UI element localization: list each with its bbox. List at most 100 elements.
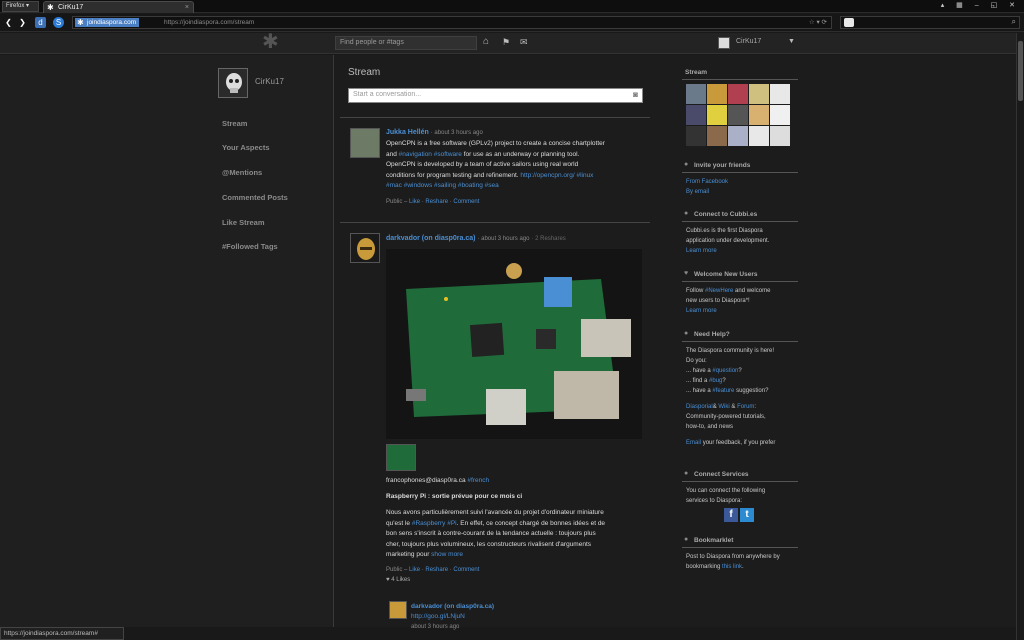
bookmarklet-link[interactable]: this link — [722, 564, 742, 570]
post-line: Nous avons particulièrement suivi l'avan… — [386, 509, 604, 516]
right-sidebar: Stream ● Invite your friends From Faceboo… — [682, 55, 798, 572]
reshares-count[interactable]: · 2 Reshares — [531, 236, 565, 242]
invite-email-link[interactable]: By email — [686, 189, 709, 195]
reshare-link[interactable]: Reshare — [425, 199, 448, 205]
post-headline: Raspberry Pi : sortie prévue pour ce moi… — [386, 492, 523, 500]
likes-count[interactable]: 4 Likes — [391, 577, 410, 583]
bookmark-star-icon[interactable]: ☆ ▾ ⟳ — [809, 17, 827, 28]
wiki-link[interactable]: Wiki — [718, 404, 729, 410]
tab-close-icon[interactable]: × — [185, 2, 189, 13]
diasporial-link[interactable]: Diasporial — [686, 404, 713, 410]
hashtag-link[interactable]: #linux — [576, 172, 593, 179]
sidebar-item-mentions[interactable]: @Mentions — [222, 168, 262, 177]
post-avatar[interactable] — [350, 128, 380, 158]
back-arrow-icon[interactable]: ❮ — [3, 17, 14, 28]
comment-link-url[interactable]: http://goo.gl/LNjuN — [411, 613, 465, 620]
post-avatar[interactable] — [350, 233, 380, 263]
people-search-input[interactable]: Find people or #tags — [335, 36, 477, 50]
user-avatar-small[interactable] — [718, 37, 730, 49]
like-link[interactable]: Like — [409, 567, 420, 573]
google-search-icon[interactable] — [844, 18, 854, 27]
sidebar-item-stream[interactable]: Stream — [222, 119, 247, 128]
page-scrollbar[interactable] — [1016, 33, 1024, 640]
show-more-link[interactable]: show more — [431, 551, 463, 558]
question-tag-link[interactable]: #question — [712, 368, 738, 374]
sidebar-item-followed-tags[interactable]: #Followed Tags — [222, 242, 278, 251]
post-text-span: francophones@diasp0ra.ca — [386, 477, 466, 484]
feature-tag-link[interactable]: #feature — [712, 388, 734, 394]
help-text: & — [712, 404, 717, 410]
help-text: ... find a — [686, 378, 708, 384]
sidebar-item-aspects[interactable]: Your Aspects — [222, 143, 270, 152]
sidebar-item-like-stream[interactable]: Like Stream — [222, 218, 265, 227]
post-time[interactable]: · about 3 hours ago — [477, 236, 529, 242]
diaspora-logo-icon[interactable]: ✱ — [262, 32, 279, 52]
like-link[interactable]: Like — [409, 199, 420, 205]
cubbies-text: Cubbi.es is the first Diaspora — [686, 228, 763, 234]
forum-link[interactable]: Forum — [737, 404, 754, 410]
camera-icon[interactable]: ◙ — [633, 90, 638, 99]
email-feedback-link[interactable]: Email — [686, 440, 701, 446]
user-menu-chevron-icon[interactable]: ▼ — [788, 38, 795, 45]
photo-thumbnail[interactable] — [386, 444, 416, 471]
composer-input[interactable]: Start a conversation... ◙ — [348, 88, 643, 103]
comment-author[interactable]: darkvador (on diasp0ra.ca) — [411, 603, 494, 610]
comment-time: about 3 hours ago — [411, 624, 460, 630]
post-text-span: marketing pour — [386, 551, 430, 558]
url-text: https://joindiaspora.com/stream — [164, 19, 255, 26]
firefox-menu-button[interactable]: Firefox ▾ — [2, 1, 39, 12]
friend-avatars[interactable] — [686, 84, 794, 150]
heart-icon: ♥ — [386, 576, 390, 583]
window-controls[interactable]: ▴ ▦ ‒ ◱ ✕ — [941, 1, 1020, 9]
browser-tab[interactable]: ✱ CirKu17 × — [43, 1, 194, 13]
cubbies-icon: ● — [684, 210, 689, 217]
twitter-icon[interactable]: t — [740, 508, 754, 522]
hashtag-link[interactable]: #french — [467, 477, 489, 484]
comment: darkvador (on diasp0ra.ca) http://goo.gl… — [411, 602, 641, 632]
facebook-icon[interactable]: f — [724, 508, 738, 522]
scrollbar-thumb[interactable] — [1018, 41, 1023, 101]
url-bar[interactable]: ✱ joindiaspora.com https://joindiaspora.… — [72, 16, 832, 29]
comment-avatar[interactable] — [389, 601, 407, 619]
reshare-link[interactable]: Reshare — [425, 567, 448, 573]
hashtag-link[interactable]: #Raspberry #Pi — [412, 520, 457, 527]
cubbies-text: application under development. — [686, 238, 770, 244]
help-text: Do you: — [686, 358, 707, 364]
newhere-tag-link[interactable]: #NewHere — [705, 288, 733, 294]
post-text-span: and — [386, 150, 397, 158]
bug-tag-link[interactable]: #bug — [709, 378, 722, 384]
raspberry-pi-photo[interactable] — [386, 249, 642, 439]
post-footer: Public – Like · Reshare · Comment — [386, 566, 480, 573]
help-heading: ● Need Help? — [682, 330, 798, 342]
browser-search-bar[interactable]: ⌕ — [840, 16, 1020, 29]
hashtag-link[interactable]: #navigation #software — [399, 151, 462, 158]
header-user-name[interactable]: CirKu17 — [736, 38, 761, 45]
url-host-badge: ✱ joindiaspora.com — [75, 18, 140, 27]
post-author[interactable]: Jukka Hellén — [386, 129, 429, 136]
notifications-icon[interactable]: ⚑ — [502, 36, 510, 48]
url-link[interactable]: http://opencpn.org/ — [520, 172, 574, 179]
skype-s-icon[interactable]: S — [53, 17, 64, 28]
sidebar-item-commented[interactable]: Commented Posts — [222, 193, 288, 202]
help-text: ? — [738, 368, 742, 374]
post-darkvador-body: francophones@diasp0ra.ca #french Raspber… — [386, 476, 651, 583]
divider — [340, 222, 650, 223]
welcome-learn-more[interactable]: Learn more — [686, 308, 717, 314]
search-magnifier-icon[interactable]: ⌕ — [1012, 17, 1016, 27]
forward-arrow-icon[interactable]: ❯ — [17, 17, 28, 28]
status-bar-url: https://joindiaspora.com/stream# — [0, 627, 124, 640]
hashtag-link[interactable]: #mac #windows #sailing #boating #sea — [386, 182, 499, 189]
comment-link[interactable]: Comment — [453, 199, 479, 205]
messages-envelope-icon[interactable]: ✉ — [520, 36, 528, 48]
post-time[interactable]: · about 3 hours ago — [431, 130, 483, 136]
profile-avatar[interactable] — [218, 68, 248, 98]
comment-link[interactable]: Comment — [453, 567, 479, 573]
diaspora-d-icon[interactable]: d — [35, 17, 46, 28]
invite-facebook-link[interactable]: From Facebook — [686, 179, 728, 185]
home-icon[interactable]: ⌂ — [483, 36, 489, 48]
cubbies-title: Connect to Cubbi.es — [694, 211, 758, 218]
post-author[interactable]: darkvador (on diasp0ra.ca) — [386, 235, 475, 242]
post-jukka: Jukka Hellén · about 3 hours ago OpenCPN… — [386, 127, 651, 205]
cubbies-learn-more[interactable]: Learn more — [686, 248, 717, 254]
profile-name[interactable]: CirKu17 — [255, 77, 284, 86]
